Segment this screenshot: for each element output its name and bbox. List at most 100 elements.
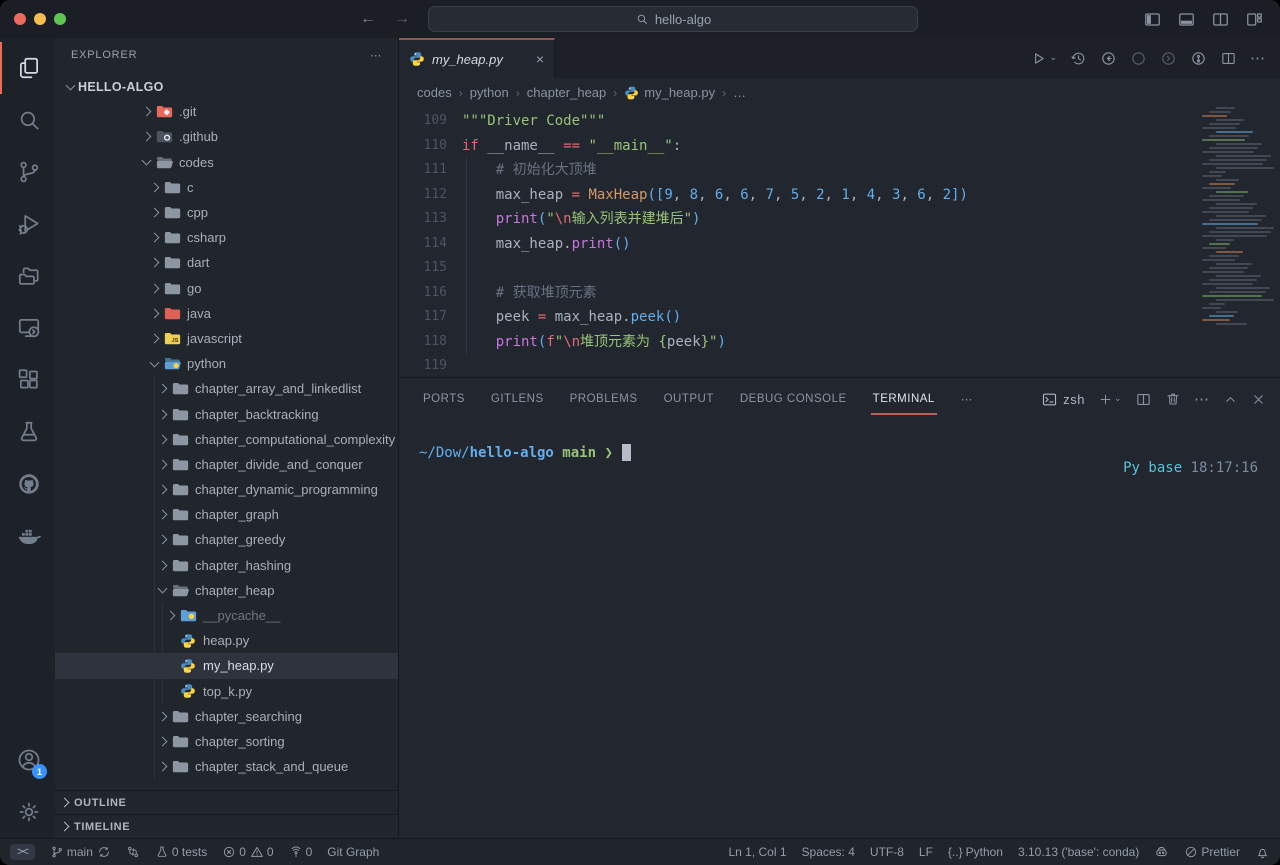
tree-item-python[interactable]: python bbox=[55, 351, 398, 376]
status-indentation[interactable]: Spaces: 4 bbox=[802, 845, 855, 859]
status-prettier[interactable]: Prettier bbox=[1184, 845, 1240, 859]
terminal-shell-selector[interactable]: zsh bbox=[1041, 391, 1085, 408]
tree-item-chapter-heap[interactable]: chapter_heap bbox=[55, 578, 398, 603]
tree-item-codes[interactable]: codes bbox=[55, 150, 398, 175]
code-line-119[interactable]: 119 bbox=[399, 354, 1280, 377]
tree-item--pycache-[interactable]: __pycache__ bbox=[55, 603, 398, 628]
activity-item-extensions[interactable] bbox=[0, 354, 55, 406]
back-icon[interactable]: ← bbox=[360, 10, 376, 28]
activity-item-settings[interactable] bbox=[0, 786, 55, 838]
minimize-window-button[interactable] bbox=[34, 13, 46, 25]
tree-item-my-heap-py[interactable]: my_heap.py bbox=[55, 653, 398, 678]
activity-item-docker[interactable] bbox=[0, 510, 55, 562]
panel-more-tabs-icon[interactable]: ⋯ bbox=[961, 392, 973, 406]
commit-graph-icon[interactable] bbox=[1190, 50, 1207, 67]
close-window-button[interactable] bbox=[14, 13, 26, 25]
tree-item-chapter-hashing[interactable]: chapter_hashing bbox=[55, 553, 398, 578]
activity-item-search[interactable] bbox=[0, 94, 55, 146]
new-terminal-icon[interactable]: ⌄ bbox=[1098, 392, 1122, 407]
code-line-113[interactable]: 113 print("\n输入列表并建堆后") bbox=[399, 207, 1280, 232]
code-line-111[interactable]: 111 # 初始化大顶堆 bbox=[399, 158, 1280, 183]
zoom-window-button[interactable] bbox=[54, 13, 66, 25]
close-tab-icon[interactable]: × bbox=[536, 51, 544, 67]
tree-item-javascript[interactable]: JSjavascript bbox=[55, 326, 398, 351]
tree-item-chapter-graph[interactable]: chapter_graph bbox=[55, 502, 398, 527]
close-panel-icon[interactable] bbox=[1251, 392, 1266, 407]
split-editor-icon[interactable] bbox=[1220, 50, 1237, 67]
panel-tab-debug-console[interactable]: DEBUG CONSOLE bbox=[740, 378, 847, 420]
panel-tab-output[interactable]: OUTPUT bbox=[664, 378, 714, 420]
code-line-112[interactable]: 112 max_heap = MaxHeap([9, 8, 6, 6, 7, 5… bbox=[399, 183, 1280, 208]
tree-item-chapter-divide-and-conquer[interactable]: chapter_divide_and_conquer bbox=[55, 452, 398, 477]
status-git-compare[interactable] bbox=[126, 845, 140, 859]
tree-item-chapter-backtracking[interactable]: chapter_backtracking bbox=[55, 401, 398, 426]
tree-item-chapter-searching[interactable]: chapter_searching bbox=[55, 704, 398, 729]
status-remote-indicator[interactable]: >< bbox=[10, 844, 35, 860]
activity-item-remote-explorer[interactable] bbox=[0, 302, 55, 354]
next-change-icon[interactable] bbox=[1160, 50, 1177, 67]
sidebar-more-actions-icon[interactable]: ⋯ bbox=[370, 49, 382, 62]
status-eol[interactable]: LF bbox=[919, 845, 933, 859]
status-tests[interactable]: 0 tests bbox=[155, 845, 207, 859]
tree-item-java[interactable]: java bbox=[55, 301, 398, 326]
breadcrumb-my-heap-py[interactable]: my_heap.py bbox=[624, 85, 715, 100]
activity-item-testing[interactable] bbox=[0, 406, 55, 458]
tree-item--git[interactable]: .git bbox=[55, 99, 398, 124]
panel-tab-problems[interactable]: PROBLEMS bbox=[570, 378, 638, 420]
tree-item-c[interactable]: c bbox=[55, 175, 398, 200]
tree-item-top-k-py[interactable]: top_k.py bbox=[55, 679, 398, 704]
activity-item-github[interactable] bbox=[0, 458, 55, 510]
command-center-search[interactable]: hello-algo bbox=[428, 6, 918, 32]
section-timeline[interactable]: TIMELINE bbox=[55, 814, 398, 838]
toggle-panel-icon[interactable] bbox=[1177, 10, 1196, 29]
maximize-panel-icon[interactable] bbox=[1223, 392, 1238, 407]
activity-item-accounts[interactable]: 1 bbox=[0, 734, 55, 786]
terminal-more-icon[interactable]: ⋯ bbox=[1194, 390, 1210, 408]
tree-item-dart[interactable]: dart bbox=[55, 250, 398, 275]
terminal[interactable]: ~/Dow/hello-algo main ❯ Py base 18:17:16 bbox=[399, 420, 1280, 838]
status-copilot[interactable] bbox=[1154, 845, 1169, 860]
forward-icon[interactable]: → bbox=[394, 10, 410, 28]
more-actions-icon[interactable]: ⋯ bbox=[1250, 49, 1266, 68]
tree-item-go[interactable]: go bbox=[55, 276, 398, 301]
status-git-branch[interactable]: main bbox=[50, 845, 111, 859]
status-python-interpreter[interactable]: 3.10.13 ('base': conda) bbox=[1018, 845, 1139, 859]
code-editor[interactable]: 109"""Driver Code"""110if __name__ == "_… bbox=[399, 107, 1280, 377]
split-terminal-icon[interactable] bbox=[1135, 391, 1152, 408]
panel-tab-gitlens[interactable]: GITLENS bbox=[491, 378, 544, 420]
file-history-icon[interactable] bbox=[1070, 50, 1087, 67]
status-cursor-position[interactable]: Ln 1, Col 1 bbox=[728, 845, 786, 859]
activity-item-explorer[interactable] bbox=[0, 42, 55, 94]
code-line-114[interactable]: 114 max_heap.print() bbox=[399, 232, 1280, 257]
section-outline[interactable]: OUTLINE bbox=[55, 790, 398, 814]
activity-item-file-folders[interactable] bbox=[0, 250, 55, 302]
kill-terminal-icon[interactable] bbox=[1165, 391, 1181, 407]
toggle-sidebar-icon[interactable] bbox=[1143, 10, 1162, 29]
breadcrumb-chapter-heap[interactable]: chapter_heap bbox=[527, 85, 607, 100]
status-problems[interactable]: 00 bbox=[222, 845, 273, 859]
tab-my-heap[interactable]: my_heap.py × bbox=[399, 38, 555, 78]
tree-item-csharp[interactable]: csharp bbox=[55, 225, 398, 250]
breadcrumb-codes[interactable]: codes bbox=[417, 85, 452, 100]
previous-change-icon[interactable] bbox=[1100, 50, 1117, 67]
tree-item-chapter-greedy[interactable]: chapter_greedy bbox=[55, 527, 398, 552]
tree-item-chapter-stack-and-queue[interactable]: chapter_stack_and_queue bbox=[55, 754, 398, 779]
breadcrumb-python[interactable]: python bbox=[470, 85, 509, 100]
tree-item-heap-py[interactable]: heap.py bbox=[55, 628, 398, 653]
code-line-115[interactable]: 115 bbox=[399, 256, 1280, 281]
status-language-mode[interactable]: {..}Python bbox=[948, 845, 1003, 859]
minimap[interactable] bbox=[1202, 107, 1274, 337]
code-line-109[interactable]: 109"""Driver Code""" bbox=[399, 109, 1280, 134]
status-notifications[interactable] bbox=[1255, 845, 1270, 860]
activity-item-run-debug[interactable] bbox=[0, 198, 55, 250]
panel-tab-terminal[interactable]: TERMINAL bbox=[873, 378, 935, 420]
tree-item--github[interactable]: .github bbox=[55, 124, 398, 149]
code-line-117[interactable]: 117 peek = max_heap.peek() bbox=[399, 305, 1280, 330]
status-git-graph[interactable]: Git Graph bbox=[327, 845, 379, 859]
tree-item-chapter-sorting[interactable]: chapter_sorting bbox=[55, 729, 398, 754]
tree-item-cpp[interactable]: cpp bbox=[55, 200, 398, 225]
change-indicator-icon[interactable] bbox=[1130, 50, 1147, 67]
code-line-118[interactable]: 118 print(f"\n堆顶元素为 {peek}") bbox=[399, 330, 1280, 355]
tree-item-chapter-computational-complexity[interactable]: chapter_computational_complexity bbox=[55, 427, 398, 452]
code-line-110[interactable]: 110if __name__ == "__main__": bbox=[399, 134, 1280, 159]
